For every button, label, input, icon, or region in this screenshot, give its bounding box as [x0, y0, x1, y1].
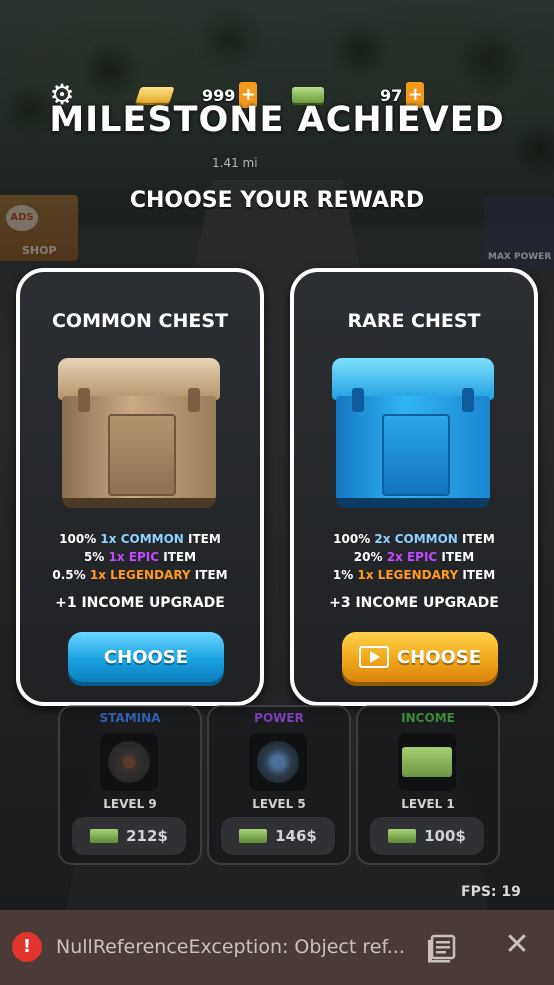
choose-label: CHOOSE [103, 646, 189, 668]
odds-line: 1% 1x LEGENDARY ITEM [332, 568, 496, 582]
cash-stack-icon [398, 733, 456, 791]
stat-price-button[interactable]: 146$ [221, 817, 335, 855]
rare-chest-icon [332, 358, 494, 508]
odds-line: 20% 2x EPIC ITEM [353, 550, 475, 564]
odds-line: 0.5% 1x LEGENDARY ITEM [52, 568, 228, 582]
video-icon [358, 646, 389, 668]
cash-icon [239, 829, 268, 843]
power-upgrade[interactable]: POWER LEVEL 5 146$ [207, 705, 351, 865]
common-chest-card[interactable]: COMMON CHEST 100% 1x COMMON ITEM 5% 1x E… [16, 268, 264, 706]
error-message: NullReferenceException: Object ref... [56, 936, 405, 958]
price-value: 100$ [424, 827, 466, 845]
stat-price-button[interactable]: 100$ [370, 817, 484, 855]
cash-icon [90, 829, 119, 843]
error-notification-bar[interactable]: ! NullReferenceException: Object ref... … [0, 910, 554, 985]
fps-counter: FPS: 19 [461, 884, 521, 900]
income-upgrade-text: +3 INCOME UPGRADE [329, 595, 499, 611]
choose-rare-button[interactable]: CHOOSE [342, 632, 498, 682]
price-value: 212$ [126, 827, 168, 845]
odds-line: 100% 2x COMMON ITEM [333, 532, 495, 546]
fan-icon [100, 733, 158, 791]
close-icon[interactable]: ✕ [500, 928, 534, 962]
stat-price-button[interactable]: 212$ [72, 817, 186, 855]
price-value: 146$ [275, 827, 317, 845]
stat-level: LEVEL 9 [103, 797, 157, 811]
log-list-icon[interactable] [426, 932, 458, 964]
odds-line: 100% 1x COMMON ITEM [59, 532, 221, 546]
error-icon: ! [12, 932, 42, 962]
cash-icon [388, 829, 417, 843]
stat-level: LEVEL 5 [252, 797, 306, 811]
chest-title: COMMON CHEST [51, 310, 229, 332]
common-chest-icon [58, 358, 220, 508]
distance-readout: 1.41 mi [212, 156, 258, 170]
stat-label: INCOME [401, 711, 455, 725]
dialog-subtitle: CHOOSE YOUR REWARD [129, 188, 425, 213]
chest-title: RARE CHEST [347, 310, 481, 332]
stamina-upgrade[interactable]: STAMINA LEVEL 9 212$ [58, 705, 202, 865]
rare-chest-card[interactable]: RARE CHEST 100% 2x COMMON ITEM 20% 2x EP… [290, 268, 538, 706]
stat-label: STAMINA [99, 711, 161, 725]
stat-label: POWER [254, 711, 304, 725]
turbo-icon [249, 733, 307, 791]
stat-level: LEVEL 1 [401, 797, 455, 811]
choose-common-button[interactable]: CHOOSE [68, 632, 224, 682]
income-upgrade[interactable]: INCOME LEVEL 1 100$ [356, 705, 500, 865]
odds-line: 5% 1x EPIC ITEM [83, 550, 197, 564]
page-title: MILESTONE ACHIEVED [49, 100, 505, 140]
income-upgrade-text: +1 INCOME UPGRADE [55, 595, 225, 611]
choose-label: CHOOSE [396, 646, 482, 668]
